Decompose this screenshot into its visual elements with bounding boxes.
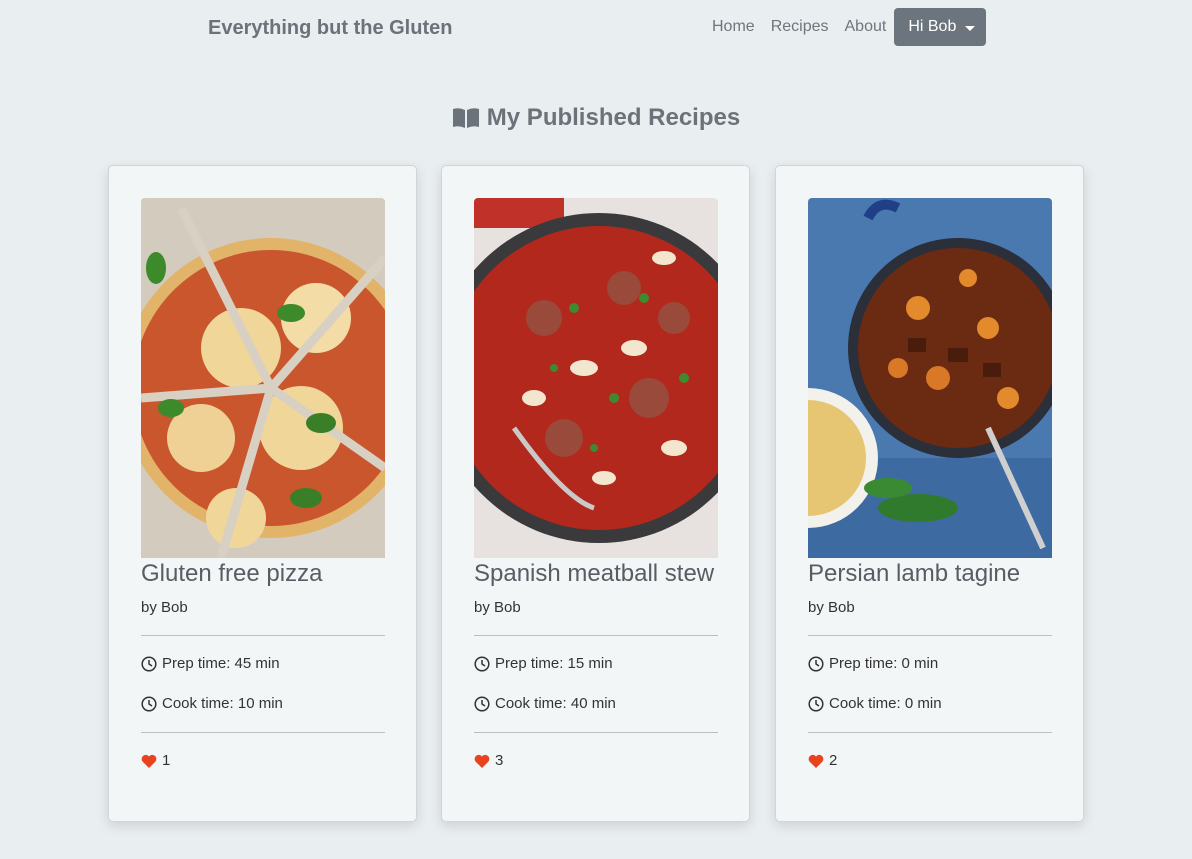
recipe-card[interactable]: Gluten free pizza by Bob Prep time: 45 m… bbox=[108, 165, 417, 822]
page-title: My Published Recipes bbox=[0, 104, 1192, 132]
recipe-author: by Bob bbox=[141, 599, 188, 616]
recipe-title[interactable]: Spanish meatball stew bbox=[474, 560, 714, 588]
like-count[interactable]: 3 bbox=[474, 752, 503, 769]
user-menu-button[interactable]: Hi Bob bbox=[894, 8, 987, 46]
like-count-value: 1 bbox=[162, 752, 171, 769]
nav-about-link[interactable]: About bbox=[845, 8, 887, 46]
cook-time-label: Cook time: 40 min bbox=[495, 695, 616, 712]
heart-icon[interactable] bbox=[141, 754, 157, 768]
clock-icon bbox=[141, 655, 157, 672]
cook-time: Cook time: 40 min bbox=[474, 695, 616, 712]
prep-time-label: Prep time: 45 min bbox=[162, 655, 280, 672]
brand-logo[interactable]: Everything but the Gluten bbox=[208, 17, 452, 40]
user-menu-label: Hi Bob bbox=[908, 18, 957, 35]
clock-icon bbox=[808, 655, 824, 672]
like-count[interactable]: 1 bbox=[141, 752, 170, 769]
like-count[interactable]: 2 bbox=[808, 752, 837, 769]
nav-home-link[interactable]: Home bbox=[712, 8, 755, 46]
cook-time-label: Cook time: 10 min bbox=[162, 695, 283, 712]
prep-time: Prep time: 0 min bbox=[808, 655, 938, 672]
recipe-card[interactable]: Spanish meatball stew by Bob Prep time: … bbox=[441, 165, 750, 822]
prep-time: Prep time: 45 min bbox=[141, 655, 280, 672]
divider bbox=[808, 635, 1052, 636]
recipe-author: by Bob bbox=[808, 599, 855, 616]
book-open-icon bbox=[452, 108, 479, 128]
heart-icon[interactable] bbox=[474, 754, 490, 768]
caret-down-icon bbox=[965, 25, 976, 31]
prep-time-label: Prep time: 0 min bbox=[829, 655, 939, 672]
prep-time-label: Prep time: 15 min bbox=[495, 655, 613, 672]
meatball-stew-photo[interactable] bbox=[474, 198, 718, 558]
nav-links: Home Recipes About Hi Bob bbox=[712, 8, 987, 46]
like-count-value: 2 bbox=[829, 752, 838, 769]
clock-icon bbox=[474, 695, 490, 712]
cook-time: Cook time: 10 min bbox=[141, 695, 283, 712]
pizza-photo[interactable] bbox=[141, 198, 385, 558]
cook-time-label: Cook time: 0 min bbox=[829, 695, 942, 712]
clock-icon bbox=[808, 695, 824, 712]
divider bbox=[474, 732, 718, 733]
lamb-tagine-photo[interactable] bbox=[808, 198, 1052, 558]
prep-time: Prep time: 15 min bbox=[474, 655, 613, 672]
heart-icon[interactable] bbox=[808, 754, 824, 768]
clock-icon bbox=[141, 695, 157, 712]
recipe-title[interactable]: Persian lamb tagine bbox=[808, 560, 1020, 588]
nav-recipes-link[interactable]: Recipes bbox=[771, 8, 829, 46]
recipe-title[interactable]: Gluten free pizza bbox=[141, 560, 322, 588]
clock-icon bbox=[474, 655, 490, 672]
page-title-text: My Published Recipes bbox=[486, 104, 741, 131]
divider bbox=[474, 635, 718, 636]
recipe-author: by Bob bbox=[474, 599, 521, 616]
divider bbox=[808, 732, 1052, 733]
divider bbox=[141, 732, 385, 733]
recipe-card[interactable]: Persian lamb tagine by Bob Prep time: 0 … bbox=[775, 165, 1084, 822]
divider bbox=[141, 635, 385, 636]
like-count-value: 3 bbox=[495, 752, 504, 769]
navbar: Everything but the Gluten Home Recipes A… bbox=[0, 0, 1192, 58]
cook-time: Cook time: 0 min bbox=[808, 695, 942, 712]
